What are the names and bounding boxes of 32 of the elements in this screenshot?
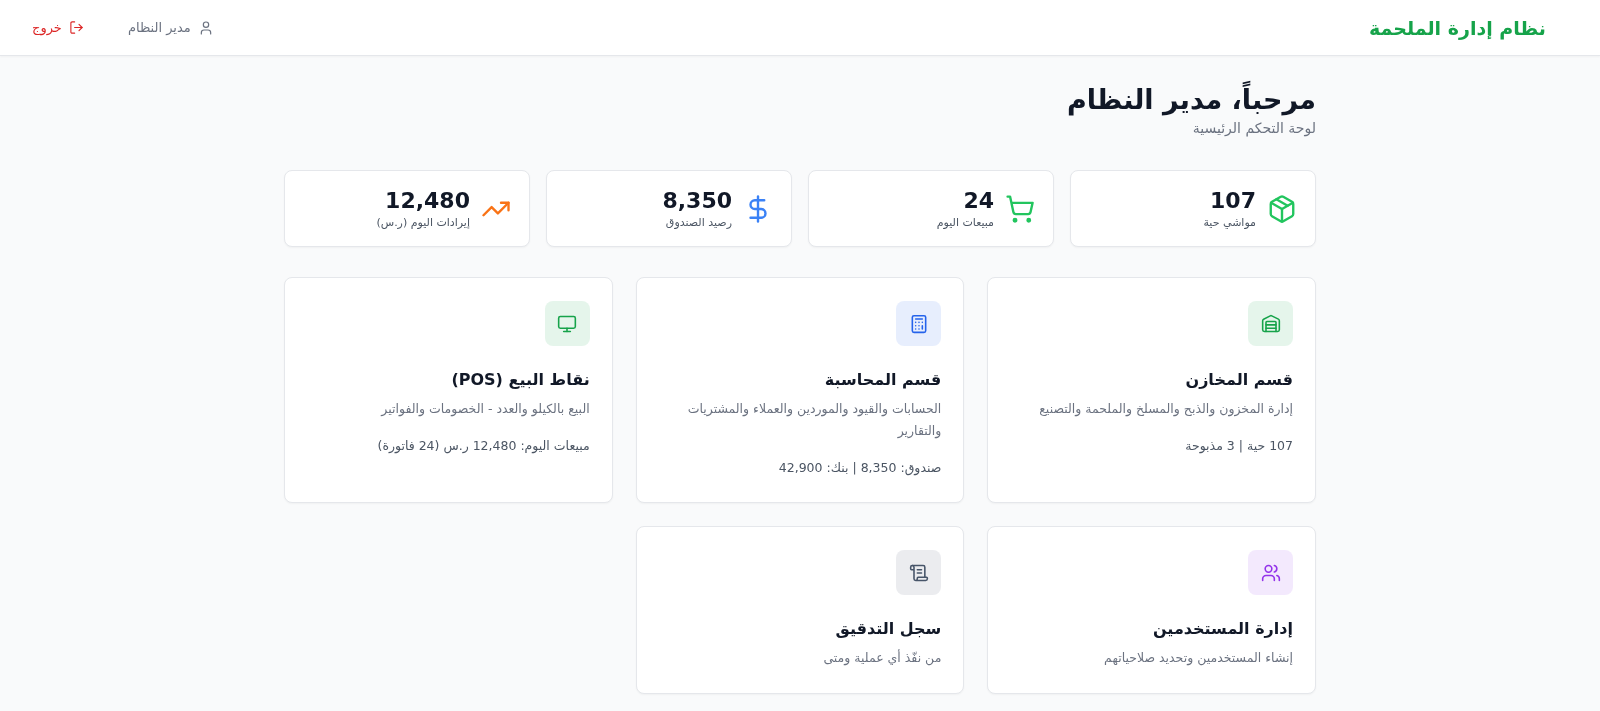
logout-icon bbox=[68, 20, 84, 35]
stat-label: مبيعات اليوم bbox=[936, 214, 994, 231]
stat-label: إيرادات اليوم (ر.س) bbox=[376, 214, 470, 231]
stat-value: 107 bbox=[1209, 186, 1256, 215]
module-card[interactable]: إدارة المستخدمين إنشاء المستخدمين وتحديد صلاحياتهم bbox=[987, 526, 1316, 694]
module-description: إدارة المخزون والذبح والمسلخ والملحمة والتصنيع bbox=[1039, 400, 1293, 419]
module-description: من نفّذ أي عملية ومتى bbox=[823, 648, 942, 668]
module-title: قسم المحاسبة bbox=[824, 369, 942, 391]
module-title: إدارة المستخدمين bbox=[1152, 618, 1293, 640]
stat-label: رصيد الصندوق bbox=[664, 214, 732, 231]
stat-value: 24 bbox=[962, 186, 994, 215]
app-title: نظام إدارة الملحمة bbox=[1369, 16, 1546, 39]
module-summary: 107 حية | 3 مذبوحة bbox=[1185, 437, 1293, 456]
stat-value: 12,480 bbox=[384, 186, 470, 215]
module-title: سجل التدقيق bbox=[835, 618, 942, 640]
module-description: الحسابات والقيود والموردين والعملاء والمشتريات والتقارير bbox=[686, 400, 942, 441]
module-description: إنشاء المستخدمين وتحديد صلاحياتهم bbox=[1104, 649, 1293, 668]
user-name: مدير النظام bbox=[127, 20, 191, 35]
greeting-title: مرحباً، مدير النظام bbox=[284, 82, 1316, 118]
stat-label: مواشي حية bbox=[1203, 214, 1256, 231]
greeting-subtitle: لوحة التحكم الرئيسية bbox=[1191, 119, 1316, 138]
logout-button[interactable]: خروج bbox=[32, 18, 84, 37]
stat-value: 8,350 bbox=[662, 186, 732, 215]
module-summary: مبيعات اليوم: 12,480 ر.س (24 فاتورة) bbox=[377, 437, 590, 456]
module-title: نقاط البيع (POS) bbox=[451, 369, 590, 391]
module-description: البيع بالكيلو والعدد - الخصومات والفواتير bbox=[381, 400, 590, 419]
module-title: قسم المخازن bbox=[1185, 369, 1293, 391]
module-summary: صندوق: 8,350 | بنك: 42,900 bbox=[778, 459, 942, 478]
module-card[interactable]: نقاط البيع (POS) البيع بالكيلو والعدد - الخصومات والفواتير مبيعات اليوم: 12,480 ر.س (24 فاتورة) bbox=[284, 277, 613, 503]
module-card[interactable]: سجل التدقيق من نفّذ أي عملية ومتى bbox=[635, 526, 965, 694]
module-card[interactable]: قسم المخازن إدارة المخزون والذبح والمسلخ والملحمة والتصنيع 107 حية | 3 مذبوحة bbox=[987, 277, 1316, 503]
module-card[interactable]: قسم المحاسبة الحسابات والقيود والموردين والعملاء والمشتريات والتقارير صندوق: 8,350 | بنك: 42,900 bbox=[635, 277, 965, 503]
